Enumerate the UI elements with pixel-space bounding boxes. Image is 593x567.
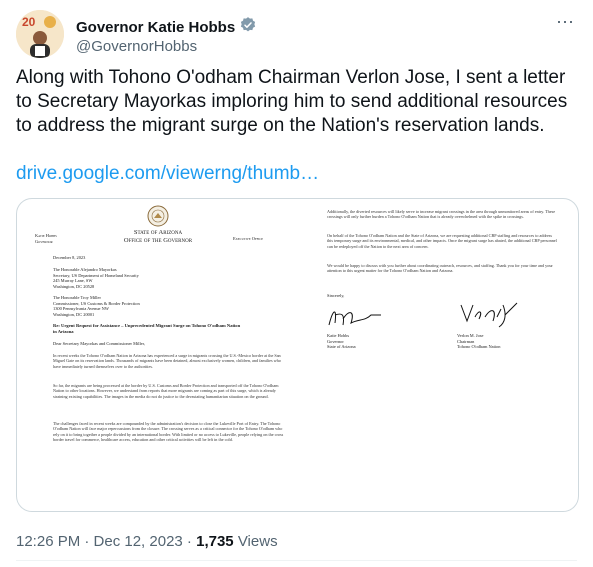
letter-paragraph: On behalf of the Tohono O'odham Nation a… [327,233,557,249]
signature-jose [460,302,518,328]
author-name[interactable]: Governor Katie Hobbs [76,19,235,36]
letter-paragraph: We would be happy to discuss with you fu… [327,263,553,274]
tweet-link[interactable]: drive.google.com/viewerng/thumb… [16,163,319,185]
address-line: Washington, DC 20528 [53,283,95,289]
letterhead-state: State of Arizona [133,229,183,236]
letter-address-1: The Honorable Alejandro Mayorkas Secreta… [53,267,139,289]
avatar[interactable]: 20 [16,10,64,58]
tweet-header: 20 Governor Katie Hobbs @GovernorHobbs ⋯ [16,10,577,60]
letter-address-2: The Honorable Troy Miller Commissioner, … [53,295,140,317]
letter-salutation: Dear Secretary Mayorkas and Commissioner… [53,341,146,346]
tweet-text: Along with Tohono O'odham Chairman Verlo… [16,67,568,136]
letterhead-sender-title: Governor [35,239,53,244]
letter-page-left: State of Arizona Office of the Governor … [23,205,295,505]
verified-badge-icon [239,16,257,39]
letter-subject: Re: Urgent Request for Assistance – Unpr… [53,323,241,334]
letter-paragraph: Additionally, the diverted resources wil… [327,209,556,220]
letter-date: December 8, 2023 [53,255,86,260]
letterhead-sender-name: Katie Hobbs [35,233,57,238]
signature-line: State of Arizona [327,344,356,350]
tweet-meta: 12:26 PM · Dec 12, 2023 · 1,735 Views [16,533,278,550]
letterhead-exec: Executive Office [233,236,264,241]
tweet-timestamp[interactable]: 12:26 PM · Dec 12, 2023 · [16,533,196,550]
letter-paragraph: The challenges faced in recent weeks are… [53,421,284,443]
avatar-image: 20 [16,10,64,58]
letter-closing: Sincerely, [327,293,345,298]
signature-line: Tohono O'odham Nation [457,344,501,350]
more-options-icon[interactable]: ⋯ [556,12,575,33]
views-count: 1,735 [196,533,234,550]
views-label: Views [233,533,278,550]
letterhead-office: Office of the Governor [123,237,193,244]
address-line: Washington, DC 20001 [53,311,95,317]
signature-block-hobbs: Katie Hobbs Governor State of Arizona [327,333,356,350]
signature-hobbs [328,311,381,326]
letter-image[interactable]: State of Arizona Office of the Governor … [16,198,579,512]
signature-block-jose: Verlon M. Jose Chairman Tohono O'odham N… [457,333,500,350]
svg-text:20: 20 [22,15,36,29]
letter-page-right: Additionally, the diverted resources wil… [321,205,571,505]
letter-paragraph: So far, the migrants are being processed… [53,383,279,399]
divider [16,560,577,561]
author-handle[interactable]: @GovernorHobbs [76,38,197,55]
arizona-seal-icon [147,205,169,227]
letter-paragraph: In recent weeks the Tohono O'odham Natio… [53,353,281,369]
